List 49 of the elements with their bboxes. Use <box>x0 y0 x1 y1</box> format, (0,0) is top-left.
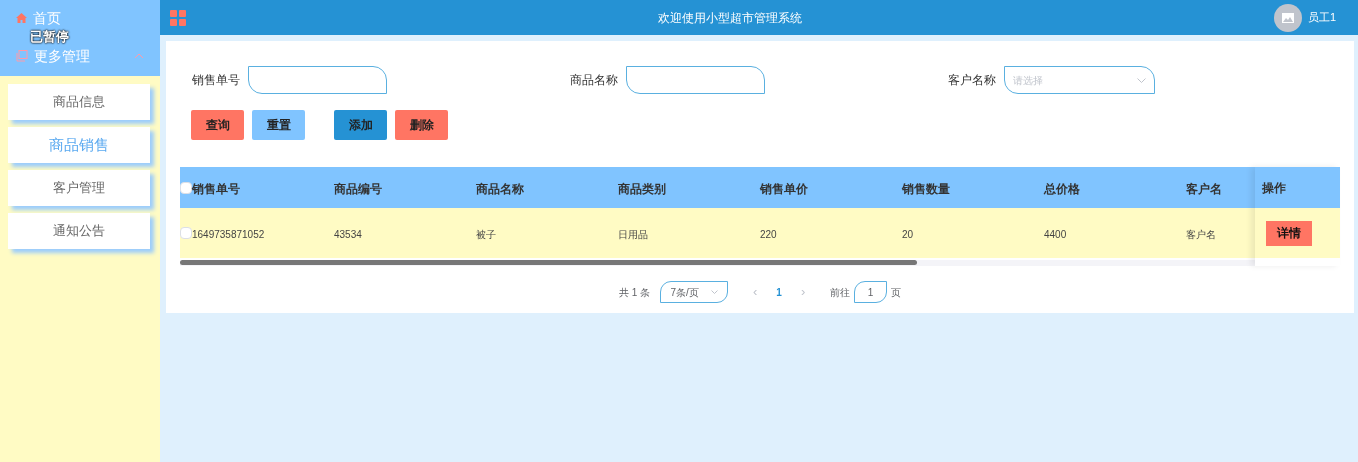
details-button[interactable]: 详情 <box>1266 220 1312 246</box>
input-field[interactable] <box>626 66 765 94</box>
action-button[interactable]: 删除 <box>395 110 448 140</box>
goto-label: 前往 <box>830 285 851 300</box>
table-cell: 客户名 <box>1186 229 1216 240</box>
select-all-checkbox[interactable] <box>180 181 192 194</box>
action-button[interactable]: 添加 <box>334 110 387 140</box>
window-title: 欢迎使用小型超市管理系统 <box>656 9 803 27</box>
filter-label: 客户名称 <box>948 72 996 89</box>
table-cell: 20 <box>902 229 914 240</box>
table-cell: 日用品 <box>618 229 648 240</box>
submenu-item[interactable]: 商品信息 <box>8 84 150 120</box>
chevron-up-icon <box>134 53 144 59</box>
home-icon <box>16 13 27 23</box>
avatar-icon[interactable] <box>1273 3 1302 32</box>
total-count: 共 1 条 <box>618 285 651 300</box>
action-button[interactable]: 重置 <box>252 110 305 140</box>
column-header: 商品名称 <box>476 181 524 196</box>
column-header: 销售单价 <box>760 181 808 196</box>
column-header: 销售数量 <box>902 181 950 196</box>
row-checkbox[interactable] <box>180 227 192 239</box>
paused-label: 已暂停 <box>30 28 70 46</box>
table-cell: 43534 <box>334 229 362 240</box>
page-suffix: 页 <box>891 285 902 300</box>
copy-icon <box>16 50 28 62</box>
user-name[interactable]: 员工1 <box>1307 9 1336 26</box>
submenu-item[interactable]: 客户管理 <box>8 170 150 206</box>
table-cell: 1649735871052 <box>192 229 265 240</box>
column-header: 总价格 <box>1044 181 1080 196</box>
filter-label: 商品名称 <box>570 72 618 89</box>
table-cell: 4400 <box>1044 229 1067 240</box>
chevron-down-icon <box>1137 77 1146 83</box>
page-number[interactable]: 1 <box>772 284 787 300</box>
table-cell: 220 <box>760 229 777 240</box>
horizontal-scrollbar[interactable] <box>180 260 1255 266</box>
column-header: 客户名 <box>1186 181 1222 196</box>
column-header: 商品类别 <box>618 181 666 196</box>
chevron-down-icon <box>710 290 718 294</box>
submenu-item[interactable]: 通知公告 <box>8 213 150 249</box>
column-header: 销售单号 <box>192 181 240 196</box>
page-input[interactable]: 1 <box>854 281 888 303</box>
column-header: 商品编号 <box>334 181 382 196</box>
column-header: 操作 <box>1262 179 1286 197</box>
filter-label: 销售单号 <box>192 72 240 89</box>
grid-icon[interactable] <box>170 9 186 26</box>
input-field[interactable] <box>248 66 387 94</box>
page-size-select[interactable]: 7条/页 <box>660 281 729 303</box>
action-button[interactable]: 查询 <box>191 110 244 140</box>
table-cell: 被子 <box>476 229 496 240</box>
